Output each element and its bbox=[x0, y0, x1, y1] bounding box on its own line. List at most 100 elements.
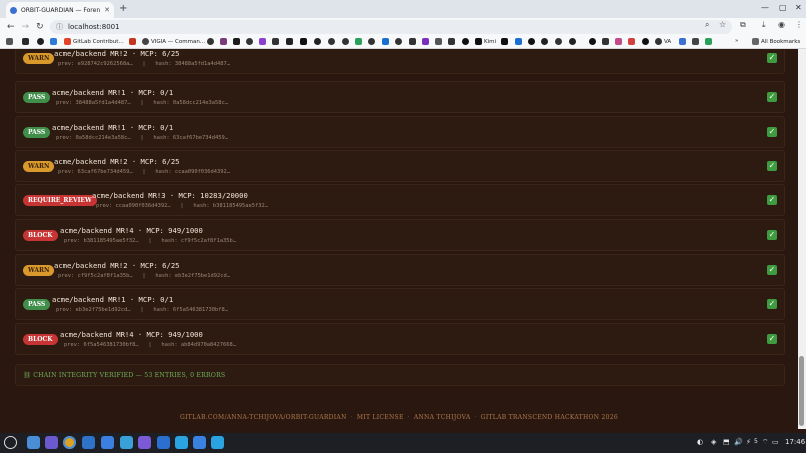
minimize-icon[interactable]: — bbox=[761, 3, 769, 12]
prev-hash: prev: b381185495ae5f32… bbox=[64, 238, 139, 244]
audit-entry[interactable]: REQUIRE_REVIEW acme/backend MR!3 · MCP: 1… bbox=[15, 184, 785, 216]
bookmark-icon[interactable] bbox=[328, 38, 337, 45]
telegram-app-icon[interactable] bbox=[175, 436, 188, 449]
bookmark-icon[interactable] bbox=[615, 38, 624, 45]
bookmark-kimi[interactable]: Kimi bbox=[475, 38, 496, 45]
bookmark-icon[interactable] bbox=[422, 38, 431, 45]
audit-entry[interactable]: BLOCK acme/backend MR!4 · MCP: 949/1000 pr… bbox=[15, 219, 785, 251]
bookmark-icon[interactable] bbox=[259, 38, 268, 45]
bookmark-icon[interactable] bbox=[528, 38, 537, 45]
bookmark-icon[interactable] bbox=[569, 38, 578, 45]
battery-icon[interactable]: ▭ bbox=[772, 438, 779, 446]
bookmark-icon[interactable] bbox=[705, 38, 714, 45]
tray-icon[interactable]: ⬒ bbox=[723, 438, 730, 446]
bookmark-icon[interactable] bbox=[37, 38, 46, 45]
bookmark-icon[interactable] bbox=[22, 38, 31, 45]
start-menu-icon[interactable] bbox=[4, 436, 17, 449]
app-icon[interactable] bbox=[193, 436, 206, 449]
reload-icon[interactable]: ↻ bbox=[36, 22, 44, 32]
tray-icon[interactable]: ◐ bbox=[697, 438, 703, 446]
telegram-app-icon[interactable] bbox=[211, 436, 224, 449]
maximize-icon[interactable]: ▢ bbox=[779, 3, 787, 12]
bookmark-icon[interactable] bbox=[314, 38, 323, 45]
address-bar[interactable]: ⓘ localhost:8001 bbox=[50, 20, 732, 34]
files-app-icon[interactable] bbox=[27, 436, 40, 449]
bookmark-icon[interactable] bbox=[382, 38, 391, 45]
app-icon[interactable] bbox=[157, 436, 170, 449]
zoom-icon[interactable]: ⌕ bbox=[705, 20, 709, 30]
audit-entry[interactable]: PASS acme/backend MR!1 · MCP: 0/1 prev: 0a… bbox=[15, 116, 785, 148]
site-info-icon[interactable]: ⓘ bbox=[56, 22, 63, 32]
network-icon[interactable]: ⚡ bbox=[746, 438, 751, 446]
new-tab-icon[interactable]: + bbox=[119, 3, 127, 14]
bookmark-icon[interactable] bbox=[462, 38, 471, 45]
close-window-icon[interactable]: ✕ bbox=[795, 3, 802, 12]
bookmark-icon[interactable] bbox=[300, 38, 309, 45]
more-bookmarks-icon[interactable]: » bbox=[735, 38, 738, 44]
bookmark-icon[interactable] bbox=[501, 38, 510, 45]
bookmark-icon[interactable] bbox=[448, 38, 457, 45]
bookmark-icon[interactable] bbox=[395, 38, 404, 45]
bookmark-icon[interactable] bbox=[602, 38, 611, 45]
bookmark-icon[interactable] bbox=[129, 38, 138, 45]
scrollbar-thumb[interactable] bbox=[799, 356, 804, 426]
tab-orbit-guardian[interactable]: ORBIT-GUARDIAN — Foren ✕ bbox=[6, 2, 114, 18]
app-icon[interactable] bbox=[82, 436, 95, 449]
menu-icon[interactable]: ⋮ bbox=[795, 20, 803, 29]
download-icon[interactable]: ⤓ bbox=[762, 20, 766, 30]
prev-hash: prev: eb3e2f75be1d92cd… bbox=[56, 307, 131, 313]
scrollbar[interactable] bbox=[798, 49, 806, 429]
prev-hash: prev: 0a58dcc214e3a58c… bbox=[56, 135, 131, 141]
verdict-badge: WARN bbox=[23, 161, 55, 172]
back-icon[interactable]: ← bbox=[7, 22, 15, 32]
audit-entry[interactable]: WARN acme/backend MR!2 · MCP: 6/25 prev: c… bbox=[15, 254, 785, 286]
prev-hash: prev: e928742c9262568a… bbox=[58, 61, 133, 67]
extensions-icon[interactable]: ⧉ bbox=[740, 20, 746, 30]
bookmark-icon[interactable] bbox=[435, 38, 444, 45]
app-icon[interactable] bbox=[101, 436, 114, 449]
wifi-icon[interactable]: ⌔ bbox=[762, 438, 769, 447]
bookmark-icon[interactable] bbox=[207, 38, 216, 45]
vscode-app-icon[interactable] bbox=[120, 436, 133, 449]
bookmark-icon[interactable] bbox=[409, 38, 418, 45]
footer-repo-link[interactable]: GITLAB.COM/ANNA-TCHIJOVA/ORBIT-GUARDIAN bbox=[180, 414, 347, 421]
bookmark-icon[interactable] bbox=[342, 38, 351, 45]
bookmark-icon[interactable] bbox=[368, 38, 377, 45]
apps-icon[interactable] bbox=[6, 38, 15, 45]
audit-entry[interactable]: WARN acme/backend MR!2 · MCP: 6/25 prev: e… bbox=[15, 49, 785, 74]
bookmark-icon[interactable] bbox=[541, 38, 550, 45]
bookmark-icon[interactable] bbox=[515, 38, 524, 45]
bookmark-icon[interactable] bbox=[679, 38, 688, 45]
entry-hash: hash: 63caf67be734d459… bbox=[153, 135, 229, 141]
bookmark-icon[interactable] bbox=[589, 38, 598, 45]
app-icon[interactable] bbox=[45, 436, 58, 449]
chrome-app-icon[interactable] bbox=[63, 436, 76, 449]
audit-entry[interactable]: PASS acme/backend MR!1 · MCP: 0/1 prev: 38… bbox=[15, 81, 785, 113]
bookmark-icon[interactable] bbox=[642, 38, 651, 45]
bookmark-icon[interactable] bbox=[233, 38, 242, 45]
audit-entry[interactable]: BLOCK acme/backend MR!4 · MCP: 949/1000 pr… bbox=[15, 323, 785, 355]
forward-icon[interactable]: → bbox=[22, 22, 30, 32]
bookmark-icon[interactable] bbox=[692, 38, 701, 45]
bookmark-star-icon[interactable]: ☆ bbox=[719, 20, 726, 29]
audit-entry[interactable]: WARN acme/backend MR!2 · MCP: 6/25 prev: 6… bbox=[15, 150, 785, 182]
bookmark-va[interactable]: VA bbox=[655, 38, 671, 45]
bookmark-icon[interactable] bbox=[628, 38, 637, 45]
bookmark-icon[interactable] bbox=[50, 38, 59, 45]
bookmark-icon[interactable] bbox=[355, 38, 364, 45]
bookmark-icon[interactable] bbox=[286, 38, 295, 45]
volume-icon[interactable]: 🔊 bbox=[734, 438, 743, 446]
close-tab-icon[interactable]: ✕ bbox=[104, 6, 110, 14]
audit-entry[interactable]: PASS acme/backend MR!1 · MCP: 0/1 prev: eb… bbox=[15, 288, 785, 320]
all-bookmarks[interactable]: All Bookmarks bbox=[752, 38, 800, 45]
footer-license[interactable]: MIT LICENSE bbox=[357, 414, 404, 421]
tray-icon[interactable]: ◈ bbox=[711, 438, 716, 446]
bookmark-icon[interactable] bbox=[555, 38, 564, 45]
bookmark-icon[interactable] bbox=[246, 38, 255, 45]
app-icon[interactable] bbox=[138, 436, 151, 449]
profile-icon[interactable]: ◉ bbox=[778, 20, 785, 29]
bookmark-vigia[interactable]: VIGIA — Comman… bbox=[142, 38, 205, 45]
bookmark-icon[interactable] bbox=[272, 38, 281, 45]
bookmark-icon[interactable] bbox=[220, 38, 229, 45]
bookmark-gitlab[interactable]: GitLab Contribut… bbox=[64, 38, 124, 45]
